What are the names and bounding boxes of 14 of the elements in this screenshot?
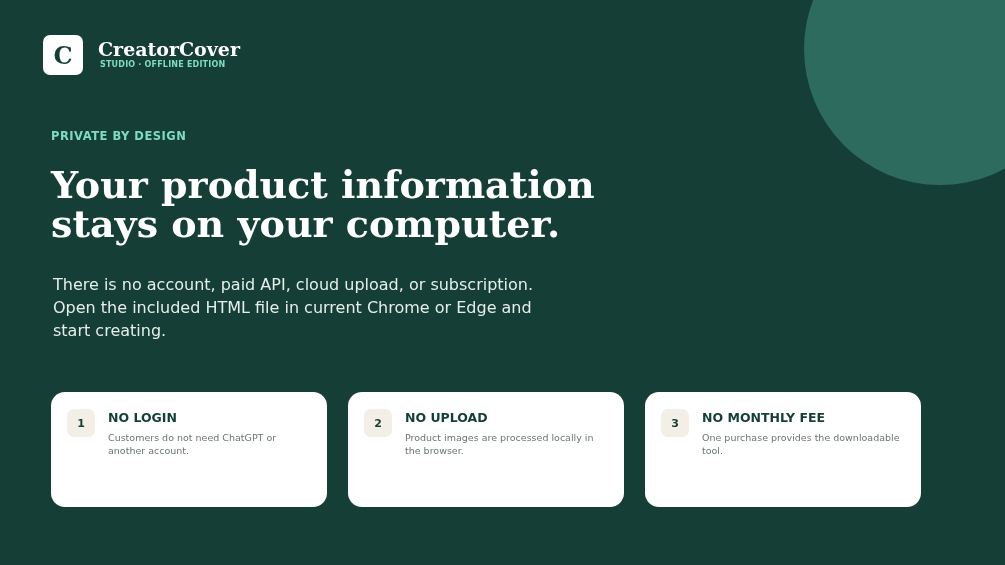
feature-title: NO UPLOAD	[405, 410, 489, 425]
feature-title: NO LOGIN	[108, 410, 178, 425]
feature-title: NO MONTHLY FEE	[702, 410, 826, 425]
eyebrow-label: PRIVATE BY DESIGN	[51, 129, 188, 143]
number-badge: 2	[364, 409, 392, 437]
number-badge: 1	[67, 409, 95, 437]
number-badge: 3	[661, 409, 689, 437]
feature-description: Product images are processed locally in the browser.	[405, 431, 595, 457]
brand-name: CreatorCover	[98, 37, 240, 60]
logo: C	[43, 35, 83, 75]
feature-description: One purchase provides the downloadable tool.	[702, 431, 901, 457]
intro-paragraph: There is no account, paid API, cloud upload, or subscription. Open the included HTML file in current Chrome or Edge and start creating.	[53, 274, 535, 342]
feature-description: Customers do not need ChatGPT or another account.	[108, 431, 278, 457]
brand-tagline: STUDIO · OFFLINE EDITION	[100, 59, 227, 69]
